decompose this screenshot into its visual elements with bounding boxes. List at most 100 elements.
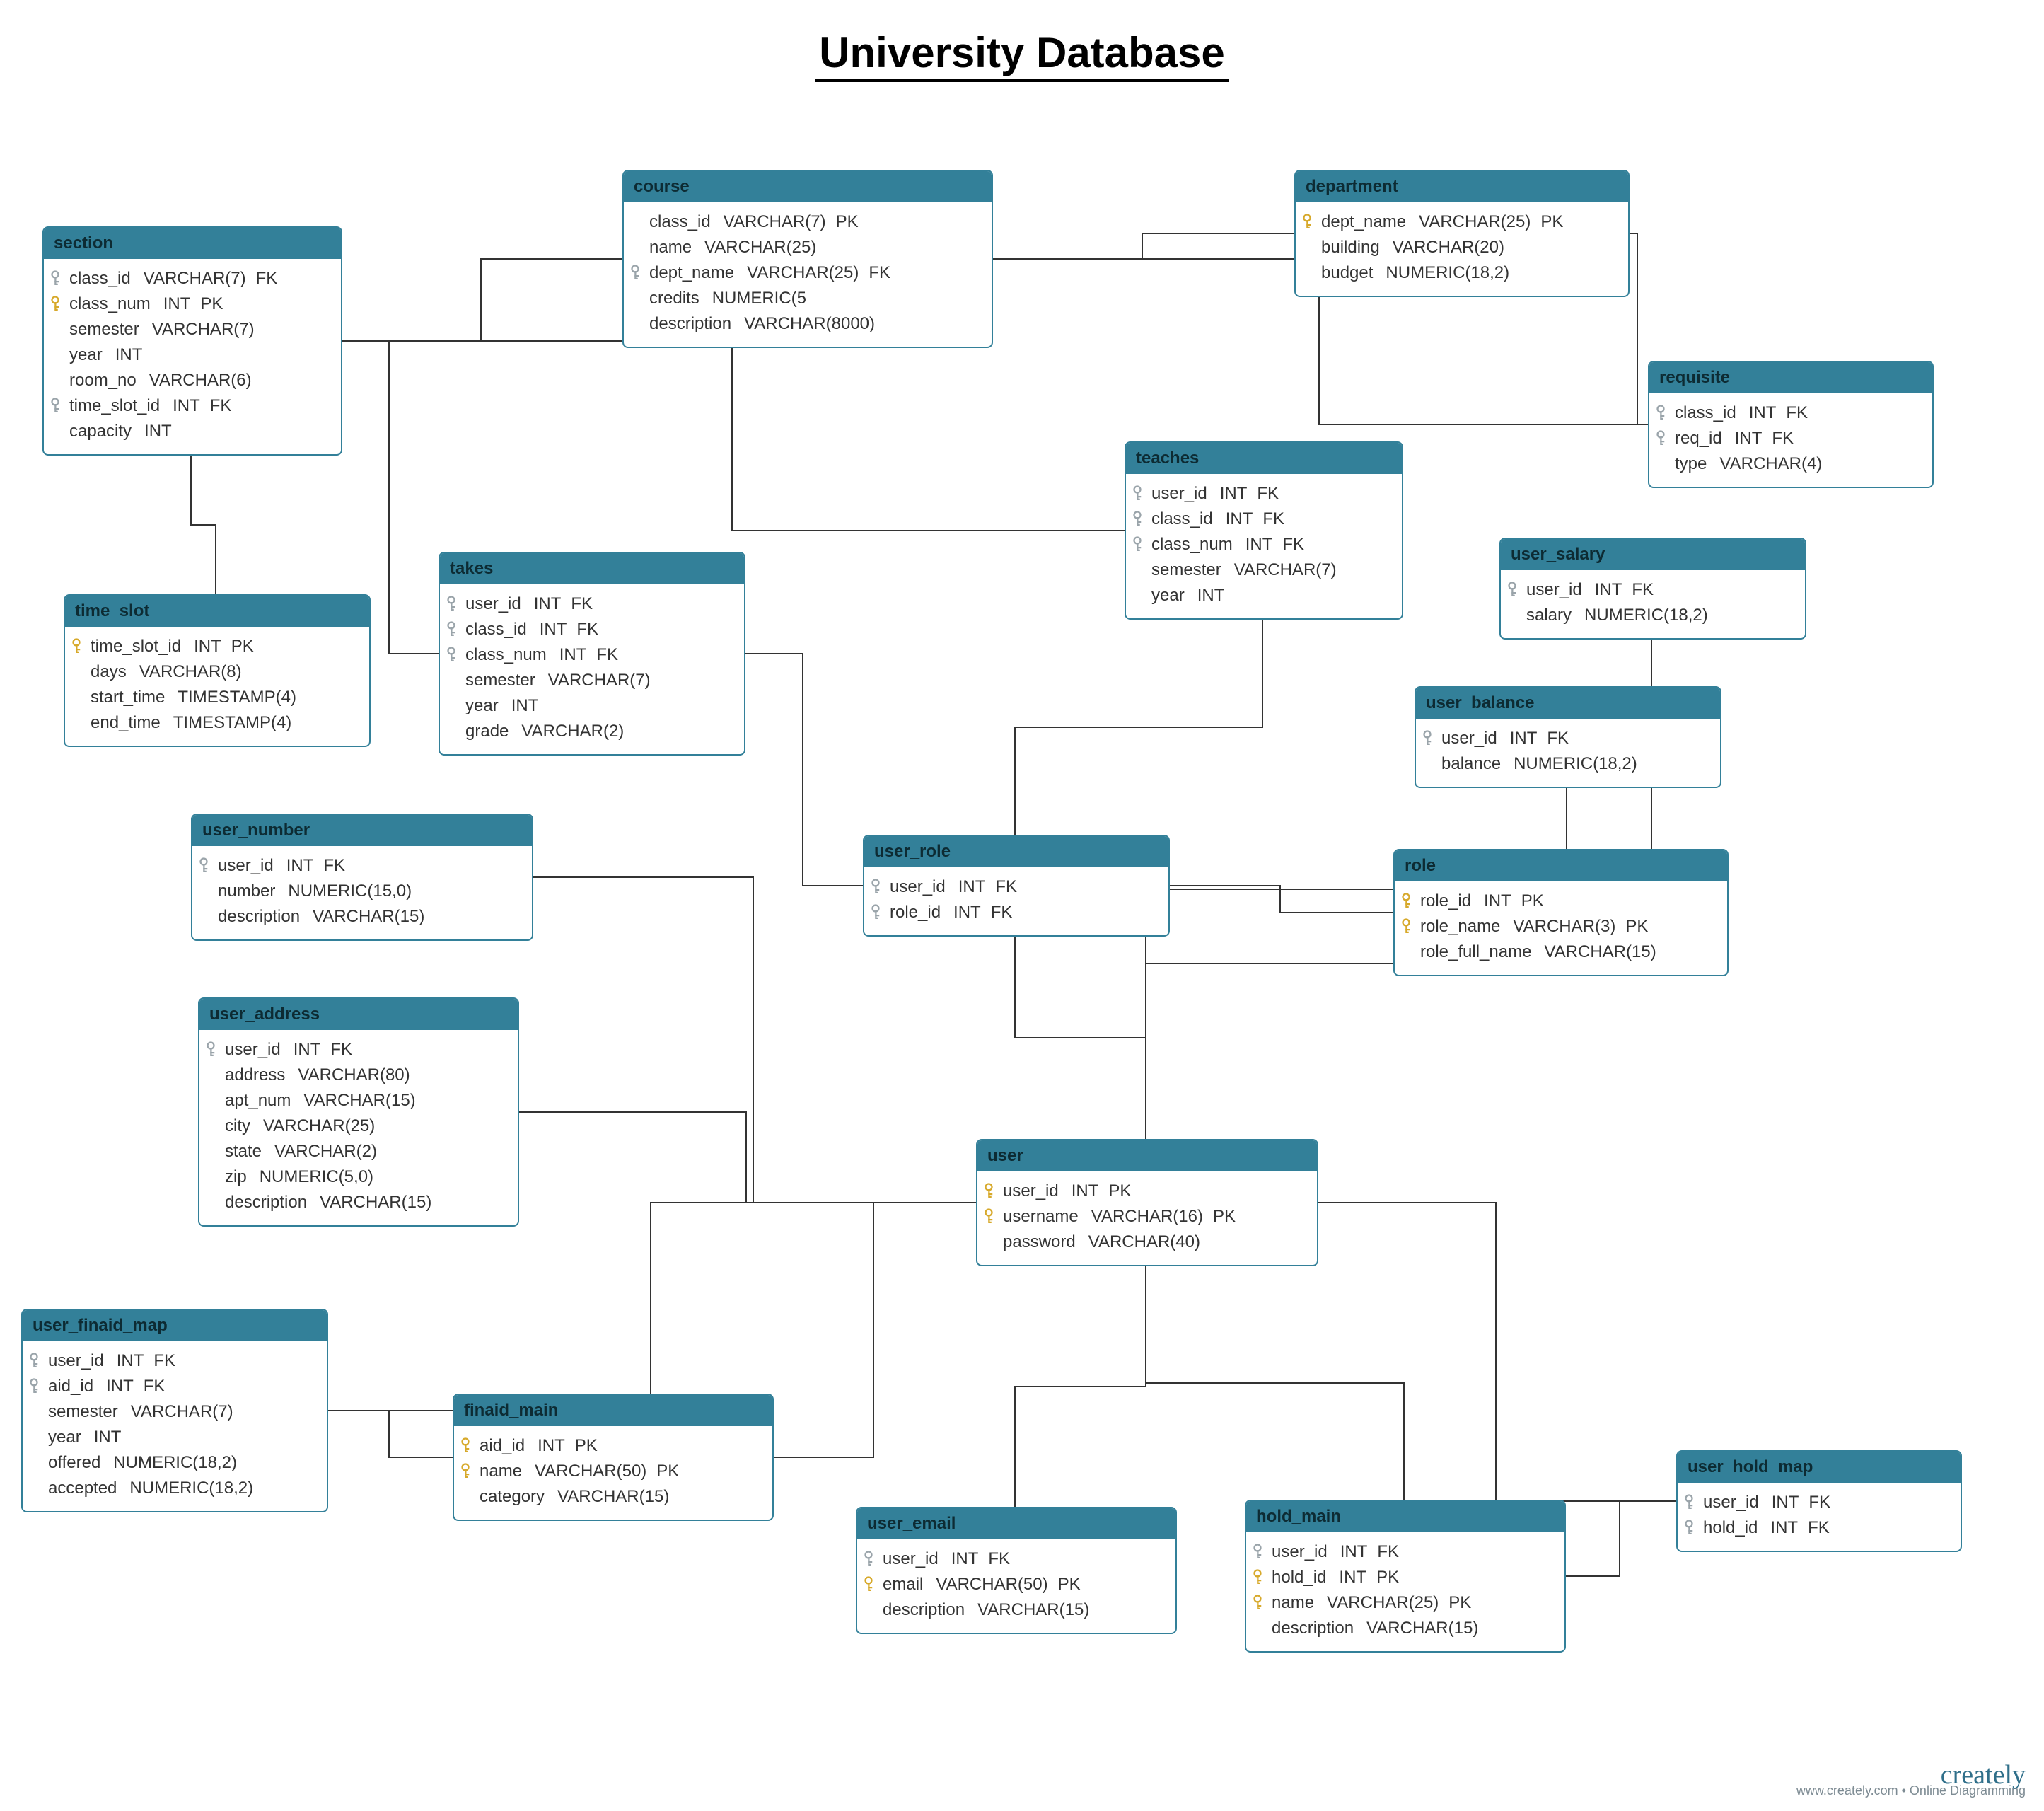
field-type: VARCHAR(7): [548, 668, 651, 693]
field-type: VARCHAR(8): [139, 659, 242, 685]
relationship-connector: [771, 1203, 976, 1457]
field-row: acceptedNUMERIC(18,2): [48, 1476, 317, 1501]
field-type: VARCHAR(15): [977, 1597, 1089, 1623]
field-name: offered: [48, 1450, 100, 1476]
field-type: INT: [163, 291, 191, 317]
field-key: FK: [210, 393, 232, 419]
entity-time_slot[interactable]: time_slottime_slot_idINTPKdaysVARCHAR(8)…: [64, 594, 371, 747]
entity-requisite[interactable]: requisiteclass_idINTFKreq_idINTFKtypeVAR…: [1648, 361, 1934, 488]
field-type: NUMERIC(18,2): [1514, 751, 1637, 777]
field-name: semester: [48, 1399, 118, 1425]
field-row: emailVARCHAR(50)PK: [883, 1572, 1166, 1597]
entity-user_role[interactable]: user_roleuser_idINTFKrole_idINTFK: [863, 835, 1170, 937]
field-name: password: [1003, 1229, 1076, 1255]
primary-key-icon: [51, 296, 64, 313]
field-type: VARCHAR(25): [747, 260, 859, 286]
entity-header: user_finaid_map: [23, 1310, 327, 1341]
field-type: NUMERIC(18,2): [113, 1450, 237, 1476]
entity-user_balance[interactable]: user_balanceuser_idINTFKbalanceNUMERIC(1…: [1415, 686, 1721, 788]
entity-user_finaid_map[interactable]: user_finaid_mapuser_idINTFKaid_idINTFKse…: [21, 1309, 328, 1512]
field-row: categoryVARCHAR(15): [480, 1484, 762, 1510]
entity-body: user_idINTFKbalanceNUMERIC(18,2): [1416, 719, 1720, 787]
entity-user_address[interactable]: user_addressuser_idINTFKaddressVARCHAR(8…: [198, 997, 519, 1227]
entity-user_hold_map[interactable]: user_hold_mapuser_idINTFKhold_idINTFK: [1676, 1450, 1962, 1552]
entity-finaid_main[interactable]: finaid_mainaid_idINTPKnameVARCHAR(50)PKc…: [453, 1394, 774, 1521]
field-name: user_id: [890, 874, 946, 900]
foreign-key-icon: [1656, 430, 1669, 447]
field-type: INT: [1770, 1515, 1798, 1541]
field-name: description: [225, 1190, 307, 1215]
foreign-key-icon: [1656, 405, 1669, 422]
field-name: description: [883, 1597, 965, 1623]
relationship-connector: [1015, 620, 1262, 835]
entity-teaches[interactable]: teachesuser_idINTFKclass_idINTFKclass_nu…: [1125, 441, 1403, 620]
field-key: FK: [256, 266, 278, 291]
entity-body: user_idINTFKrole_idINTFK: [864, 867, 1168, 935]
field-type: INT: [106, 1374, 134, 1399]
field-type: INT: [538, 1433, 565, 1459]
field-name: user_id: [1703, 1490, 1759, 1515]
field-name: user_id: [1526, 577, 1582, 603]
foreign-key-icon: [1423, 730, 1436, 747]
field-key: PK: [1448, 1590, 1471, 1616]
field-type: NUMERIC(5,0): [260, 1164, 373, 1190]
field-type: VARCHAR(7): [144, 266, 246, 291]
entity-header: course: [624, 171, 992, 202]
relationship-connector: [1146, 1266, 1404, 1500]
field-name: name: [480, 1459, 522, 1484]
field-row: role_idINTPK: [1420, 889, 1717, 914]
field-key: FK: [991, 900, 1013, 925]
field-name: user_id: [1272, 1539, 1328, 1565]
entity-user_email[interactable]: user_emailuser_idINTFKemailVARCHAR(50)PK…: [856, 1507, 1177, 1634]
field-key: FK: [869, 260, 890, 286]
field-name: role_name: [1420, 914, 1500, 939]
entity-course[interactable]: courseclass_idVARCHAR(7)PKnameVARCHAR(25…: [622, 170, 993, 348]
field-key: FK: [323, 853, 345, 879]
field-name: user_id: [1151, 481, 1207, 507]
field-type: VARCHAR(3): [1513, 914, 1615, 939]
field-row: usernameVARCHAR(16)PK: [1003, 1204, 1307, 1229]
entity-user[interactable]: useruser_idINTPKusernameVARCHAR(16)PKpas…: [976, 1139, 1318, 1266]
field-name: username: [1003, 1204, 1079, 1229]
relationship-connector: [1167, 886, 1393, 913]
entity-hold_main[interactable]: hold_mainuser_idINTFKhold_idINTPKnameVAR…: [1245, 1500, 1566, 1653]
field-type: NUMERIC(18,2): [1584, 603, 1708, 628]
foreign-key-icon: [447, 647, 460, 664]
field-key: PK: [1540, 209, 1563, 235]
field-type: VARCHAR(25): [1419, 209, 1531, 235]
field-type: VARCHAR(6): [149, 368, 252, 393]
watermark: creately www.creately.com • Online Diagr…: [1796, 1767, 2026, 1798]
field-name: room_no: [69, 368, 137, 393]
field-row: user_idINTFK: [1526, 577, 1795, 603]
primary-key-icon: [985, 1208, 997, 1225]
field-name: user_id: [1441, 726, 1497, 751]
field-name: description: [649, 311, 731, 337]
entity-section[interactable]: sectionclass_idVARCHAR(7)FKclass_numINTP…: [42, 226, 342, 456]
foreign-key-icon: [207, 1041, 219, 1058]
field-name: end_time: [91, 710, 161, 736]
field-row: hold_idINTFK: [1703, 1515, 1951, 1541]
field-key: FK: [1377, 1539, 1399, 1565]
field-row: class_idVARCHAR(7)FK: [69, 266, 331, 291]
field-name: budget: [1321, 260, 1373, 286]
field-name: capacity: [69, 419, 132, 444]
field-name: zip: [225, 1164, 247, 1190]
field-type: NUMERIC(18,2): [1386, 260, 1509, 286]
field-row: descriptionVARCHAR(15): [225, 1190, 508, 1215]
entity-body: user_idINTFKhold_idINTFK: [1678, 1483, 1961, 1551]
entity-user_salary[interactable]: user_salaryuser_idINTFKsalaryNUMERIC(18,…: [1499, 538, 1806, 640]
entity-takes[interactable]: takesuser_idINTFKclass_idINTFKclass_numI…: [439, 552, 745, 756]
field-key: PK: [1625, 914, 1648, 939]
entity-department[interactable]: departmentdept_nameVARCHAR(25)PKbuilding…: [1294, 170, 1630, 297]
entity-body: user_idINTPKusernameVARCHAR(16)PKpasswor…: [977, 1171, 1317, 1265]
foreign-key-icon: [1685, 1494, 1697, 1511]
entity-user_number[interactable]: user_numberuser_idINTFKnumberNUMERIC(15,…: [191, 814, 533, 941]
field-name: class_id: [1151, 507, 1213, 532]
field-row: user_idINTFK: [225, 1037, 508, 1063]
entity-header: user_balance: [1416, 688, 1720, 719]
field-row: descriptionVARCHAR(8000): [649, 311, 982, 337]
entity-role[interactable]: rolerole_idINTPKrole_nameVARCHAR(3)PKrol…: [1393, 849, 1729, 976]
primary-key-icon: [864, 1576, 877, 1593]
field-row: nameVARCHAR(25)PK: [1272, 1590, 1555, 1616]
entity-body: user_idINTFKaddressVARCHAR(80)apt_numVAR…: [199, 1030, 518, 1225]
